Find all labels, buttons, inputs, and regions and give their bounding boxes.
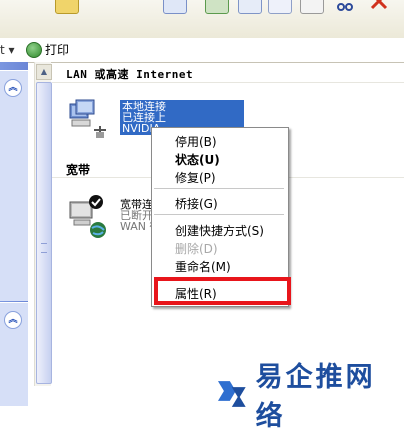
collapse-chevron-icon[interactable]: ︽ (4, 79, 22, 97)
task-pane-section: ︽ (0, 70, 28, 301)
paste-icon[interactable] (268, 0, 292, 14)
copy-icon[interactable] (238, 0, 262, 14)
scroll-up-arrow-icon[interactable]: ▲ (36, 64, 52, 80)
scroll-thumb[interactable] (36, 82, 52, 384)
view-icon[interactable] (163, 0, 187, 14)
command-bar: t ▾ 打印 (0, 38, 404, 63)
print-icon (26, 41, 42, 58)
task-pane-section-2: ︽ (0, 302, 28, 406)
menu-item-disable[interactable]: 停用(B) (175, 133, 217, 150)
vertical-scrollbar[interactable]: ▲ (34, 62, 52, 386)
watermark-text: 易企推网络 (255, 362, 376, 432)
delete-icon[interactable] (368, 0, 390, 12)
lan-connection-status: 已连接上 (122, 112, 166, 123)
print-label: 打印 (45, 43, 70, 57)
section-heading-lan: LAN 或高速 Internet (66, 68, 194, 81)
menu-item-delete: 删除(D) (175, 242, 218, 256)
menu-item-status[interactable]: 状态(U) (175, 151, 220, 168)
watermark-logo-icon (217, 381, 246, 407)
menu-item-rename[interactable]: 重命名(M) (175, 258, 231, 275)
toolbar (0, 0, 404, 39)
highlight-box (154, 277, 291, 305)
scroll-grip (41, 243, 47, 253)
dropdown-fragment[interactable]: t ▾ (0, 43, 15, 57)
cut-icon[interactable] (334, 0, 356, 12)
refresh-icon[interactable] (205, 0, 229, 14)
collapse-chevron-icon-2[interactable]: ︽ (4, 311, 22, 329)
section-heading-broadband: 宽带 (66, 163, 91, 177)
menu-item-repair[interactable]: 修复(P) (175, 169, 216, 186)
lan-connection-icon[interactable] (66, 98, 108, 145)
menu-item-bridge[interactable]: 桥接(G) (175, 195, 218, 212)
broadband-connection-icon[interactable] (66, 194, 108, 241)
document-icon[interactable] (300, 0, 324, 14)
section-divider (52, 82, 404, 83)
menu-separator-2 (154, 214, 284, 215)
task-pane: ︽ ︽ (0, 62, 28, 406)
lan-connection-name: 本地连接 (122, 101, 166, 112)
print-link[interactable]: 打印 (26, 41, 69, 58)
menu-item-create-shortcut[interactable]: 创建快捷方式(S) (175, 222, 264, 239)
menu-separator (154, 188, 284, 189)
folder-icon[interactable] (55, 0, 79, 14)
watermark: 易企推网络 (216, 355, 404, 433)
